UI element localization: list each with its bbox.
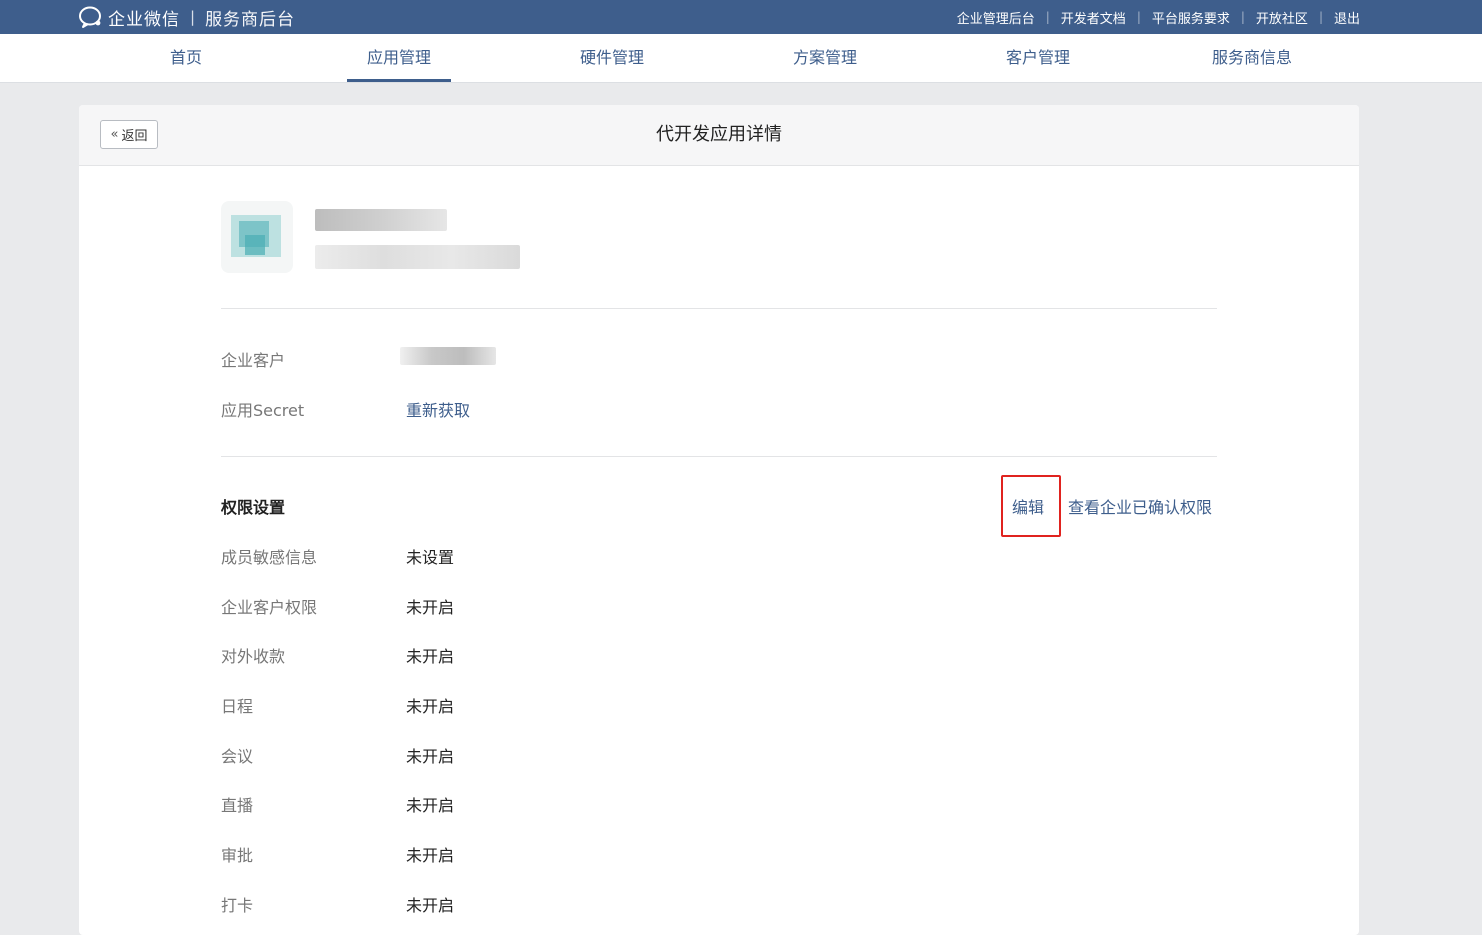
customer-label: 企业客户 (221, 351, 286, 370)
permission-label: 企业客户权限 (221, 598, 318, 617)
top-link-separator: | (1240, 10, 1245, 24)
app-icon (221, 201, 293, 273)
secret-label: 应用Secret (221, 401, 305, 420)
app-description-redacted (315, 245, 520, 269)
back-button-label: 返回 (121, 129, 148, 144)
top-link-separator: | (1318, 10, 1323, 24)
permission-label: 会议 (221, 747, 254, 766)
nav-tab-solution-management[interactable]: 方案管理 (773, 34, 877, 82)
permission-value: 未开启 (406, 647, 455, 666)
top-link-enterprise-admin[interactable]: 企业管理后台 (957, 8, 1035, 27)
view-confirmed-permissions-link[interactable]: 查看企业已确认权限 (1068, 494, 1212, 518)
top-links: 企业管理后台 | 开发者文档 | 平台服务要求 | 开放社区 | 退出 (957, 0, 1360, 34)
double-chevron-left-icon: « (110, 127, 119, 142)
back-button[interactable]: « 返回 (100, 120, 158, 149)
app-detail-card: 代开发应用详情 « 返回 企业客户 应用Secret 重新获取 权限设置 编辑 … (79, 105, 1359, 935)
permission-label: 审批 (221, 846, 254, 865)
top-link-developer-docs[interactable]: 开发者文档 (1061, 8, 1126, 27)
permission-value: 未开启 (406, 598, 455, 617)
divider (221, 456, 1217, 457)
divider (221, 308, 1217, 309)
permission-label: 成员敏感信息 (221, 548, 318, 567)
top-link-separator: | (1136, 10, 1141, 24)
app-name-redacted (315, 209, 447, 231)
customer-value-redacted (400, 347, 496, 365)
page-title: 代开发应用详情 (656, 124, 782, 145)
permission-value: 未开启 (406, 697, 455, 716)
permissions-title: 权限设置 (221, 498, 286, 517)
edit-permissions-link[interactable]: 编辑 (1012, 494, 1044, 518)
card-header: 代开发应用详情 « 返回 (79, 105, 1359, 166)
top-link-separator: | (1045, 10, 1050, 24)
wecom-logo-icon (79, 6, 101, 28)
nav-tab-hardware-management[interactable]: 硬件管理 (560, 34, 664, 82)
permission-value: 未开启 (406, 896, 455, 915)
brand-separator: | (190, 8, 196, 26)
permission-label: 对外收款 (221, 647, 286, 666)
top-link-open-community[interactable]: 开放社区 (1256, 8, 1308, 27)
main-nav: 首页 应用管理 硬件管理 方案管理 客户管理 服务商信息 (0, 34, 1482, 83)
top-link-platform-requirements[interactable]: 平台服务要求 (1152, 8, 1230, 27)
nav-tab-home[interactable]: 首页 (134, 34, 238, 82)
permission-label: 直播 (221, 796, 254, 815)
permission-value: 未开启 (406, 846, 455, 865)
permission-label: 打卡 (221, 896, 254, 915)
brand-name: 企业微信 (108, 9, 180, 30)
nav-tab-provider-info[interactable]: 服务商信息 (1200, 34, 1304, 82)
brand[interactable]: 企业微信 | 服务商后台 (78, 4, 295, 30)
top-header: 企业微信 | 服务商后台 企业管理后台 | 开发者文档 | 平台服务要求 | 开… (0, 0, 1482, 34)
permission-value: 未设置 (406, 548, 455, 567)
top-link-logout[interactable]: 退出 (1334, 8, 1360, 27)
regenerate-secret-link[interactable]: 重新获取 (406, 397, 470, 421)
nav-tab-customer-management[interactable]: 客户管理 (986, 34, 1090, 82)
permission-label: 日程 (221, 697, 254, 716)
nav-tab-app-management[interactable]: 应用管理 (347, 34, 451, 82)
permission-value: 未开启 (406, 747, 455, 766)
permission-value: 未开启 (406, 796, 455, 815)
brand-subtitle: 服务商后台 (205, 9, 296, 30)
